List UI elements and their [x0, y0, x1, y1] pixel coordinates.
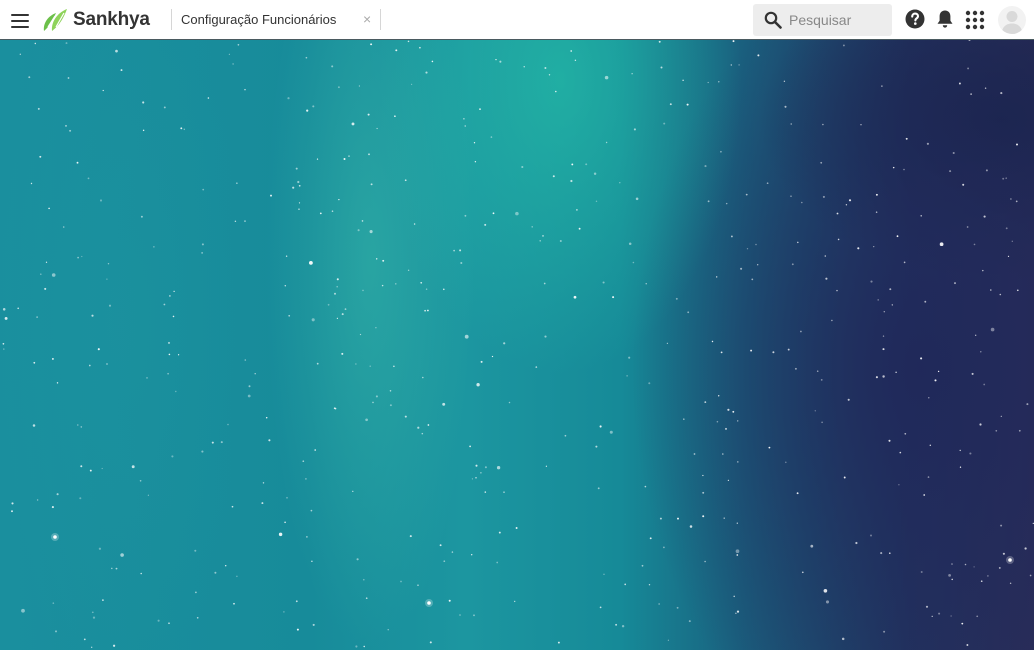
menu-line	[11, 20, 29, 22]
logo-text: Sankhya	[73, 9, 150, 30]
bell-icon[interactable]	[936, 9, 954, 29]
search-input[interactable]	[789, 10, 885, 30]
search-box[interactable]	[753, 4, 892, 36]
close-icon[interactable]: ×	[363, 11, 371, 27]
divider	[380, 9, 381, 30]
apps-grid-icon[interactable]	[965, 10, 985, 30]
top-bar: Sankhya Configuração Funcionários ×	[0, 0, 1034, 40]
hamburger-menu-button[interactable]	[9, 11, 31, 29]
tab-label: Configuração Funcionários	[181, 12, 337, 27]
aurora-background	[0, 40, 1034, 650]
sankhya-logo[interactable]: Sankhya	[41, 7, 150, 33]
search-icon	[764, 11, 782, 29]
help-icon[interactable]	[905, 9, 925, 29]
sankhya-leaf-icon	[43, 9, 67, 31]
menu-line	[11, 26, 29, 28]
user-silhouette-icon	[1001, 11, 1023, 34]
tab-configuracao-funcionarios[interactable]: Configuração Funcionários ×	[172, 0, 380, 39]
user-avatar-icon[interactable]	[998, 6, 1026, 34]
star-field	[2, 40, 1034, 648]
menu-line	[11, 14, 29, 16]
